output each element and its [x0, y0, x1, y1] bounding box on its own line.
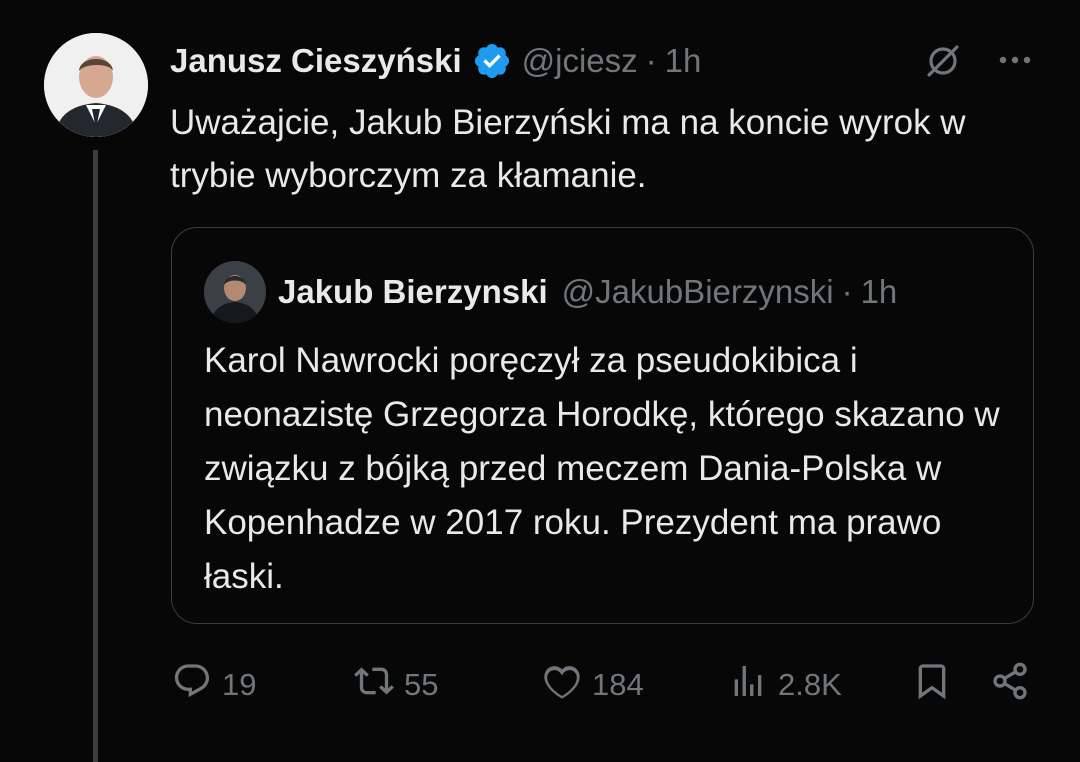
- post-text: Uważajcie, Jakub Bierzyński ma na koncie…: [170, 103, 966, 195]
- author-handle[interactable]: @jciesz: [522, 42, 638, 80]
- reply-count: 19: [222, 667, 257, 702]
- author-name[interactable]: Janusz Cieszyński: [170, 42, 462, 80]
- like-count: 184: [592, 667, 644, 702]
- views-icon: [728, 661, 768, 709]
- quoted-author-avatar[interactable]: [204, 261, 266, 323]
- grok-icon[interactable]: [922, 40, 964, 82]
- thread-line: [93, 150, 98, 762]
- repost-button[interactable]: 55: [354, 660, 438, 710]
- quoted-post-time[interactable]: 1h: [861, 273, 898, 311]
- author-avatar[interactable]: [44, 33, 148, 137]
- views-button[interactable]: 2.8K: [728, 660, 842, 710]
- tweet[interactable]: Janusz Cieszyński @jciesz · 1h Uważajcie…: [0, 0, 1080, 762]
- separator-dot: ·: [645, 42, 657, 79]
- share-icon: [990, 661, 1030, 709]
- quoted-author-name[interactable]: Jakub Bierzynski: [278, 273, 548, 311]
- bookmark-button[interactable]: [912, 660, 952, 710]
- like-icon: [542, 661, 582, 709]
- repost-count: 55: [404, 667, 439, 702]
- quoted-post[interactable]: Jakub Bierzynski @JakubBierzynski · 1h K…: [171, 227, 1034, 624]
- like-button[interactable]: 184: [542, 660, 644, 710]
- views-count: 2.8K: [778, 667, 842, 702]
- reply-icon: [172, 661, 212, 709]
- separator-dot: ·: [841, 273, 853, 310]
- quoted-author-handle[interactable]: @JakubBierzynski: [562, 273, 834, 311]
- repost-icon: [354, 661, 394, 709]
- verified-badge-icon: [472, 41, 512, 81]
- quoted-post-header: Jakub Bierzynski @JakubBierzynski · 1h: [278, 269, 897, 315]
- action-bar: 19 55 184 2.8K: [170, 660, 1040, 710]
- reply-button[interactable]: 19: [172, 660, 256, 710]
- more-icon[interactable]: [994, 48, 1036, 72]
- post-time[interactable]: 1h: [665, 42, 702, 80]
- share-button[interactable]: [990, 660, 1030, 710]
- bookmark-icon: [912, 661, 952, 709]
- quoted-post-text: Karol Nawrocki poręczył za pseudokibica …: [204, 341, 1000, 596]
- post-header: Janusz Cieszyński @jciesz · 1h: [170, 38, 701, 84]
